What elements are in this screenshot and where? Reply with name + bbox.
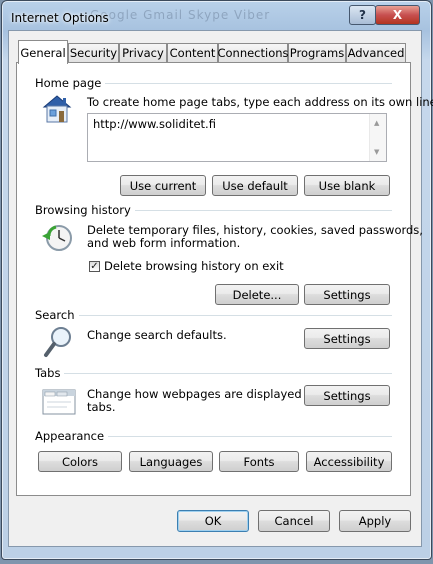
scroll-down-icon[interactable]: ▼ (374, 148, 379, 156)
scroll-up-icon[interactable]: ▲ (374, 119, 379, 127)
search-settings-button[interactable]: Settings (304, 328, 390, 349)
browsing-history-label: Browsing history (35, 203, 135, 217)
delete-button[interactable]: Delete... (215, 284, 299, 305)
house-icon (40, 93, 76, 125)
apply-button[interactable]: Apply (339, 510, 411, 532)
appearance-label: Appearance (35, 429, 109, 443)
tab-security[interactable]: Security (68, 43, 119, 62)
use-current-button[interactable]: Use current (120, 175, 206, 196)
tabs-section-label: Tabs (35, 366, 65, 380)
tabs-window-icon (41, 386, 77, 416)
tabs-description-line2: tabs. (87, 400, 116, 414)
search-separator (36, 315, 392, 316)
home-page-label: Home page (35, 76, 106, 90)
tab-programs[interactable]: Programs (288, 43, 346, 62)
colors-button[interactable]: Colors (38, 451, 122, 472)
cancel-button[interactable]: Cancel (258, 510, 330, 532)
search-description: Change search defaults. (87, 328, 227, 342)
tabs-description-line1: Change how webpages are displayed in (87, 387, 316, 401)
ok-button[interactable]: OK (177, 510, 249, 532)
use-default-button[interactable]: Use default (212, 175, 298, 196)
delete-on-exit-checkbox[interactable]: ✓ (89, 261, 100, 272)
help-button[interactable]: ? (349, 5, 376, 25)
home-page-url-value: http://www.soliditet.fi (93, 117, 216, 131)
tab-general[interactable]: General (18, 40, 68, 64)
window-title: Internet Options (11, 11, 109, 25)
languages-button[interactable]: Languages (129, 451, 213, 472)
use-blank-button[interactable]: Use blank (304, 175, 390, 196)
browsing-history-settings-button[interactable]: Settings (304, 284, 390, 305)
browsing-history-description-line2: and web form information. (87, 236, 241, 250)
tab-content[interactable]: Content (167, 43, 218, 62)
tab-connections[interactable]: Connections (217, 43, 289, 62)
history-clock-icon (40, 222, 76, 254)
url-scrollbar[interactable]: ▲ ▼ (369, 114, 386, 161)
home-page-description: To create home page tabs, type each addr… (87, 95, 433, 109)
accessibility-button[interactable]: Accessibility (306, 451, 392, 472)
fonts-button[interactable]: Fonts (219, 451, 299, 472)
tabs-settings-button[interactable]: Settings (304, 385, 390, 406)
delete-on-exit-label[interactable]: Delete browsing history on exit (104, 259, 284, 274)
search-label: Search (35, 308, 79, 322)
tab-privacy[interactable]: Privacy (119, 43, 167, 62)
tab-advanced[interactable]: Advanced (346, 43, 406, 62)
home-page-url-input[interactable]: http://www.soliditet.fi ▲ ▼ (87, 113, 387, 162)
tabs-separator (36, 373, 392, 374)
close-button[interactable]: X (375, 5, 420, 25)
magnifier-icon (42, 324, 76, 360)
